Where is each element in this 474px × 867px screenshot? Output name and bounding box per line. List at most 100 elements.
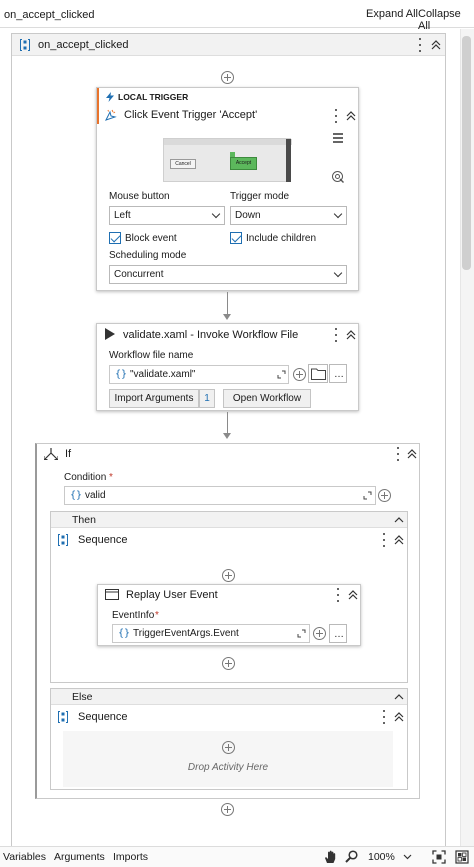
target-indicate-icon[interactable] [331,170,345,184]
include-children-checkbox[interactable] [230,232,242,244]
block-event-label: Block event [125,233,177,244]
chevron-down-icon [211,209,221,219]
chevron-up-icon[interactable] [394,515,404,524]
variables-tab[interactable]: Variables [3,851,46,863]
browse-folder-button[interactable] [308,364,328,383]
arguments-tab[interactable]: Arguments [54,851,105,863]
target-element-screenshot: Cancel Accept [163,138,292,182]
ellipsis-icon: … [334,369,344,380]
include-children-label: Include children [246,233,317,244]
window-icon [105,589,119,600]
expand-editor-icon[interactable] [363,491,372,500]
eventinfo-input[interactable]: {} TriggerEventArgs.Event [112,624,310,643]
drop-hint: Drop Activity Here [187,762,269,773]
more-options-icon[interactable] [331,109,341,123]
overview-icon[interactable] [455,850,469,864]
hand-pan-icon[interactable] [323,850,337,864]
root-sequence-header[interactable]: on_accept_clicked [12,34,445,56]
chevron-up-icon[interactable] [394,692,404,701]
add-argument-icon[interactable] [378,489,391,502]
chevron-down-icon [333,209,343,219]
more-options-icon[interactable] [331,328,341,342]
collapse-icon[interactable] [406,447,418,461]
collapse-icon[interactable] [430,38,442,52]
then-label: Then [72,514,96,526]
zoom-level[interactable]: 100% [368,851,395,863]
collapse-icon[interactable] [393,533,405,547]
expand-all-link[interactable]: Expand All [366,8,418,20]
import-arguments-button[interactable]: Import Arguments [109,389,199,408]
more-options-icon[interactable] [333,588,343,602]
more-button[interactable]: … [329,364,347,383]
play-icon [105,328,115,340]
click-trigger-icon [105,109,117,121]
block-event-checkbox[interactable] [109,232,121,244]
mouse-button-select[interactable]: Left [109,206,225,225]
menu-icon[interactable] [331,131,345,145]
root-sequence-title: on_accept_clicked [38,39,129,51]
condition-value: valid [85,490,106,501]
sequence-icon [58,534,68,546]
condition-input[interactable]: {} valid [64,486,376,505]
drop-zone[interactable]: Drop Activity Here [63,731,393,787]
ellipsis-icon: … [334,629,344,640]
sequence-icon [20,39,30,51]
collapse-icon[interactable] [393,710,405,724]
collapse-icon[interactable] [345,109,357,123]
flow-connector [227,412,228,434]
add-activity-icon[interactable] [222,569,235,582]
mouse-button-value: Left [114,210,131,221]
else-branch: Else Sequence Drop Activity Here [50,688,408,790]
eventinfo-value: TriggerEventArgs.Event [133,628,239,639]
invoke-workflow-card[interactable]: validate.xaml - Invoke Workflow File Wor… [96,323,359,411]
if-title: If [65,448,72,460]
then-header[interactable]: Then [51,512,407,528]
more-options-icon[interactable] [393,447,403,461]
more-button[interactable]: … [329,624,347,643]
collapse-icon[interactable] [347,588,359,602]
trigger-mode-value: Down [235,210,261,221]
trigger-mode-select[interactable]: Down [230,206,347,225]
argument-count-badge: 1 [199,389,215,408]
replay-user-event-card[interactable]: Replay User Event EventInfo * {} Trigger… [97,584,361,646]
scheduling-mode-select[interactable]: Concurrent [109,265,347,284]
mouse-button-label: Mouse button [109,191,170,202]
more-options-icon[interactable] [379,533,389,547]
chevron-down-icon[interactable] [403,854,412,860]
sequence-icon [58,711,68,723]
folder-icon [311,368,326,380]
add-activity-icon[interactable] [222,741,235,754]
trigger-title: Click Event Trigger 'Accept' [124,109,258,121]
if-activity[interactable]: If Condition * {} valid Then Sequence Re… [35,443,420,799]
add-argument-icon[interactable] [313,627,326,640]
more-options-icon[interactable] [415,38,425,52]
imports-tab[interactable]: Imports [113,851,148,863]
add-activity-icon[interactable] [221,803,234,816]
trigger-accent-bar [97,88,99,124]
open-workflow-button[interactable]: Open Workflow [223,389,311,408]
else-label: Else [72,691,93,703]
invoke-title: validate.xaml - Invoke Workflow File [123,329,299,341]
fit-to-screen-icon[interactable] [432,850,446,864]
required-mark: * [109,472,113,483]
more-options-icon[interactable] [379,710,389,724]
zoom-search-icon[interactable] [345,850,358,863]
scrollbar-thumb[interactable] [462,36,471,270]
add-activity-icon[interactable] [221,71,234,84]
then-branch: Then Sequence Replay User Event EventInf… [50,511,408,683]
workflow-file-input[interactable]: {} "validate.xaml" [109,365,289,384]
arrow-down-icon [223,433,231,439]
trigger-mode-label: Trigger mode [230,191,290,202]
click-event-trigger-card[interactable]: LOCAL TRIGGER Click Event Trigger 'Accep… [96,87,359,291]
workflow-file-label: Workflow file name [109,350,194,361]
else-header[interactable]: Else [51,689,407,705]
branch-icon [44,448,58,460]
expand-editor-icon[interactable] [277,370,286,379]
expand-editor-icon[interactable] [297,629,306,638]
preview-titlebar [164,139,292,145]
arrow-down-icon [223,314,231,320]
add-activity-icon[interactable] [222,657,235,670]
scheduling-mode-label: Scheduling mode [109,250,187,261]
collapse-icon[interactable] [345,328,357,342]
add-argument-icon[interactable] [293,368,306,381]
